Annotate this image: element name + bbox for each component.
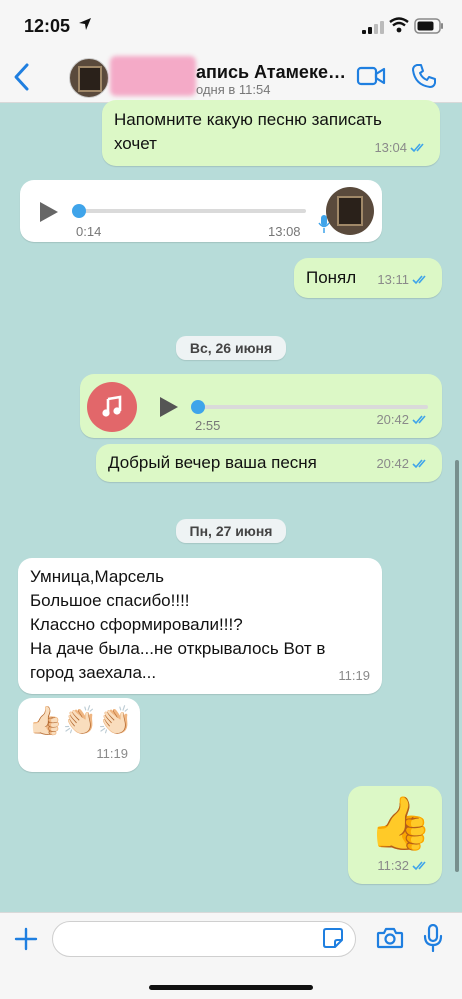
read-ticks-icon bbox=[412, 275, 426, 285]
plus-icon[interactable] bbox=[14, 927, 38, 951]
microphone-icon[interactable] bbox=[422, 924, 444, 952]
outgoing-message[interactable]: Понял 13:11 bbox=[294, 258, 442, 298]
read-ticks-icon bbox=[410, 143, 424, 153]
message-text-line: Большое спасибо!!!! bbox=[30, 591, 190, 610]
message-text-line: Умница,Марсель bbox=[30, 567, 164, 586]
voice-progress-track[interactable] bbox=[80, 209, 306, 213]
message-time: 11:32 bbox=[377, 858, 409, 873]
read-ticks-icon bbox=[412, 861, 426, 871]
date-separator: Пн, 27 июня bbox=[176, 519, 286, 543]
play-icon[interactable] bbox=[38, 200, 60, 224]
message-time: 11:19 bbox=[338, 668, 370, 683]
status-time: 12:05 bbox=[24, 16, 71, 36]
message-time: 13:04 bbox=[374, 140, 407, 155]
sender-avatar bbox=[326, 187, 374, 235]
input-bar bbox=[0, 912, 462, 999]
last-seen-status: одня в 11:54 bbox=[196, 82, 271, 97]
sticker-icon[interactable] bbox=[322, 927, 344, 949]
emoji-content: 👍 bbox=[368, 794, 433, 854]
incoming-message[interactable]: Умница,Марсель Большое спасибо!!!! Класс… bbox=[18, 558, 382, 694]
message-time: 13:11 bbox=[377, 272, 409, 287]
cellular-signal-icon bbox=[362, 21, 384, 34]
message-text-line: На даче была...не открывалось Вот в bbox=[30, 639, 326, 658]
battery-icon bbox=[414, 18, 443, 34]
chat-area[interactable]: Напомните какую песню записать хочет 13:… bbox=[0, 100, 462, 912]
emoji-content: 👍🏻👏🏻👏🏻 bbox=[28, 704, 133, 737]
incoming-voice-message[interactable]: 0:14 13:08 bbox=[20, 180, 382, 242]
message-time: 13:08 bbox=[268, 224, 301, 239]
outgoing-message[interactable]: Добрый вечер ваша песня 20:42 bbox=[96, 444, 442, 482]
audio-progress-knob[interactable] bbox=[191, 400, 205, 414]
top-bar: 12:05 апись Атамеке… одня в 11:54 bbox=[0, 0, 462, 103]
back-chevron-icon[interactable] bbox=[10, 62, 34, 92]
location-arrow-icon bbox=[79, 18, 91, 30]
incoming-emoji-message[interactable]: 👍🏻👏🏻👏🏻 11:19 bbox=[18, 698, 140, 772]
video-call-icon[interactable] bbox=[356, 64, 386, 88]
audio-file-badge bbox=[87, 382, 137, 432]
message-text-line: Напомните какую песню записать bbox=[114, 110, 382, 129]
audio-duration: 2:55 bbox=[195, 418, 221, 433]
camera-icon[interactable] bbox=[376, 926, 404, 950]
chat-scrollbar[interactable] bbox=[455, 460, 459, 872]
message-text-line: Классно сформировали!!!? bbox=[30, 615, 243, 634]
read-ticks-icon bbox=[412, 459, 426, 469]
date-separator: Вс, 26 июня bbox=[176, 336, 286, 360]
music-note-icon bbox=[102, 395, 122, 417]
wifi-icon bbox=[389, 17, 409, 33]
message-text-line: хочет bbox=[114, 134, 157, 153]
redacted-name-overlay bbox=[110, 56, 196, 96]
message-input[interactable] bbox=[52, 921, 356, 957]
phone-call-icon[interactable] bbox=[411, 63, 437, 89]
outgoing-emoji-message[interactable]: 👍 11:32 bbox=[348, 786, 442, 884]
message-time: 11:19 bbox=[96, 746, 128, 761]
contact-name[interactable]: апись Атамеке… bbox=[196, 62, 346, 83]
message-text: Добрый вечер ваша песня bbox=[108, 453, 317, 472]
voice-elapsed: 0:14 bbox=[76, 224, 102, 239]
message-time: 20:42 bbox=[376, 456, 409, 471]
outgoing-message[interactable]: Напомните какую песню записать хочет 13:… bbox=[102, 100, 440, 166]
message-text: Понял bbox=[306, 268, 357, 287]
read-ticks-icon bbox=[412, 415, 426, 425]
outgoing-audio-message[interactable]: 2:55 20:42 bbox=[80, 374, 442, 438]
contact-avatar[interactable] bbox=[69, 58, 109, 98]
home-indicator bbox=[149, 985, 313, 990]
message-text-line: город заехала... bbox=[30, 663, 157, 682]
play-icon[interactable] bbox=[158, 395, 180, 419]
voice-progress-knob[interactable] bbox=[72, 204, 86, 218]
message-time: 20:42 bbox=[376, 412, 409, 427]
